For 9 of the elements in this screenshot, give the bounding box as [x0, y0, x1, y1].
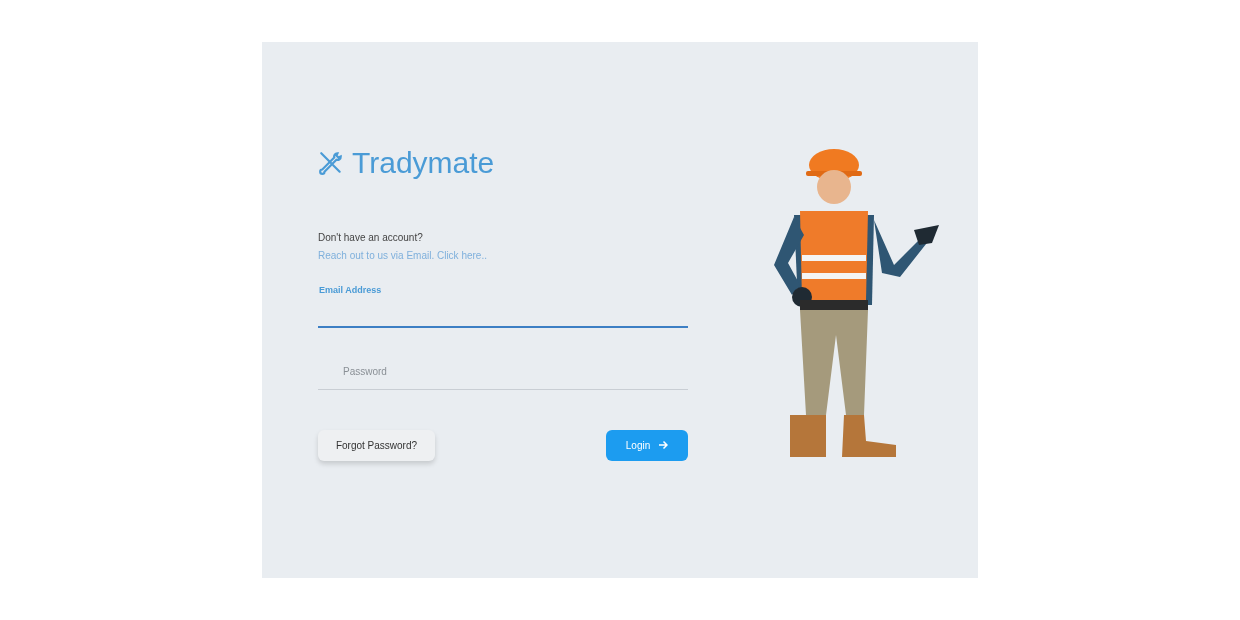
input-field[interactable]: Password: [318, 353, 688, 390]
brand-name: Tradymate: [352, 148, 495, 178]
login-button[interactable]: Login: [606, 429, 688, 461]
wrench-screwdriver-icon: [318, 150, 344, 176]
signup-question: Don't have an account?: [318, 231, 423, 245]
forgot-password-button[interactable]: Forgot Password?: [318, 429, 435, 461]
arrow-right-icon: [658, 440, 669, 450]
field-label: Email Address: [319, 284, 382, 297]
contact-link[interactable]: Reach out to us via Email. Click here..: [318, 248, 487, 263]
